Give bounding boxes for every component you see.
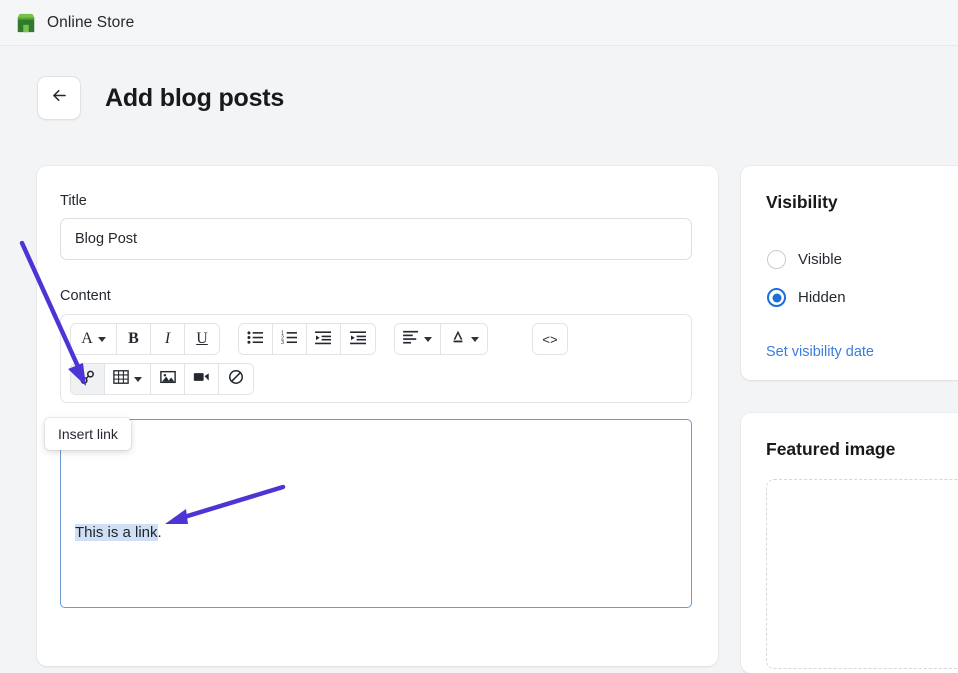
bold-icon: B (128, 330, 139, 348)
video-camera-icon (193, 370, 210, 388)
underline-button[interactable]: U (185, 324, 219, 354)
radio-label-visible: Visible (798, 251, 842, 268)
table-icon (113, 369, 129, 389)
italic-icon: I (165, 330, 170, 348)
toolbar-group-text-format: A B I U (70, 323, 220, 355)
numbered-list-icon: 1 2 3 (281, 330, 298, 349)
indent-icon (350, 330, 367, 349)
toolbar-group-source: <> (532, 323, 568, 355)
page-header: Add blog posts (37, 76, 284, 120)
radio-option-hidden[interactable]: Hidden (767, 288, 846, 307)
chevron-down-icon (98, 337, 106, 342)
blog-post-form-card: Title Content A B I U (37, 166, 718, 666)
indent-button[interactable] (341, 324, 375, 354)
no-symbol-icon (228, 369, 244, 389)
selected-link-text: This is a link (75, 524, 158, 541)
bold-button[interactable]: B (117, 324, 151, 354)
back-button[interactable] (37, 76, 81, 120)
toolbar-group-align-color (394, 323, 488, 355)
set-visibility-date-link[interactable]: Set visibility date (766, 344, 874, 360)
radio-circle-icon (767, 250, 786, 269)
featured-image-panel-title: Featured image (766, 439, 895, 460)
code-brackets-icon: <> (542, 332, 557, 347)
align-left-icon (403, 330, 419, 348)
clear-formatting-button[interactable] (219, 364, 253, 394)
source-code-button[interactable]: <> (533, 324, 567, 354)
visibility-panel: Visibility Visible Hidden Set visibility… (741, 166, 958, 380)
toolbar-group-lists: 1 2 3 (238, 323, 376, 355)
outdent-button[interactable] (307, 324, 341, 354)
image-icon (160, 369, 176, 389)
text-color-dropdown[interactable] (441, 324, 487, 354)
svg-text:3: 3 (281, 340, 284, 345)
page-title: Add blog posts (105, 84, 284, 113)
outdent-icon (315, 330, 332, 349)
editor-toolbar: A B I U (60, 314, 692, 403)
toolbar-row-insert (70, 363, 272, 395)
insert-image-button[interactable] (151, 364, 185, 394)
toolbar-row-primary: A B I U (70, 323, 586, 355)
visibility-panel-title: Visibility (766, 192, 838, 213)
bulleted-list-icon (247, 330, 264, 349)
text-color-icon (450, 329, 466, 349)
chevron-down-icon (471, 337, 479, 342)
insert-link-button[interactable] (71, 364, 105, 394)
insert-table-dropdown[interactable] (105, 364, 151, 394)
underline-icon: U (196, 330, 208, 348)
radio-option-visible[interactable]: Visible (767, 250, 842, 269)
bulleted-list-button[interactable] (239, 324, 273, 354)
content-field-label: Content (60, 288, 111, 304)
content-editor-body[interactable]: This is a link. (60, 419, 692, 608)
toolbar-group-insert (70, 363, 254, 395)
insert-link-tooltip: Insert link (45, 418, 131, 450)
chevron-down-icon (134, 377, 142, 382)
title-field-label: Title (60, 193, 87, 209)
app-topbar: Online Store (0, 0, 958, 46)
store-name-label: Online Store (47, 14, 134, 32)
title-input[interactable] (60, 218, 692, 260)
radio-circle-selected-icon (767, 288, 786, 307)
chevron-down-icon (424, 337, 432, 342)
font-style-dropdown[interactable]: A (71, 324, 117, 354)
featured-image-dropzone[interactable] (766, 479, 958, 669)
align-dropdown[interactable] (395, 324, 441, 354)
font-letter-icon: A (81, 330, 93, 348)
store-icon (15, 12, 37, 34)
radio-label-hidden: Hidden (798, 289, 846, 306)
numbered-list-button[interactable]: 1 2 3 (273, 324, 307, 354)
italic-button[interactable]: I (151, 324, 185, 354)
editor-trailing-text: . (158, 524, 162, 541)
editor-paragraph: This is a link. (75, 524, 162, 541)
arrow-left-icon (50, 86, 69, 110)
insert-video-button[interactable] (185, 364, 219, 394)
featured-image-panel: Featured image (741, 413, 958, 673)
link-icon (79, 369, 96, 390)
